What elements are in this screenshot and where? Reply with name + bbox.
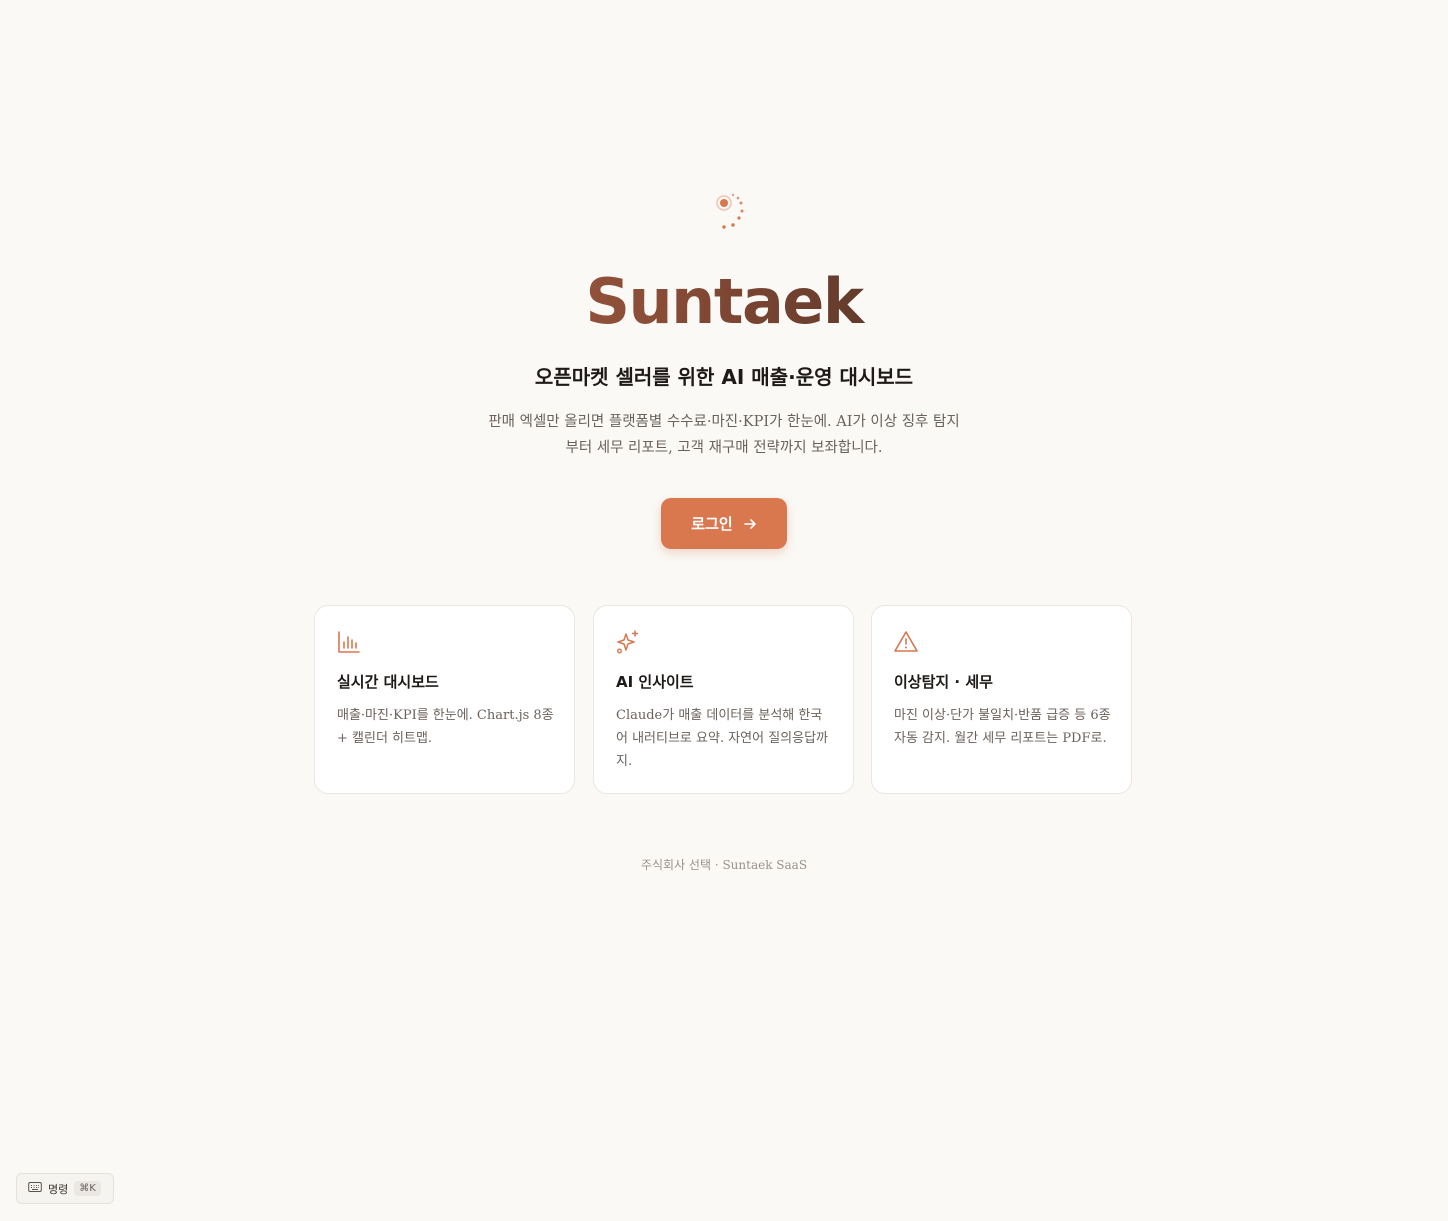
feature-description: 매출·마진·KPI를 한눈에. Chart.js 8종 + 캘린더 히트맵. (337, 708, 554, 746)
feature-description: Claude가 매출 데이터를 분석해 한국어 내러티브로 요약. 자연어 질의… (616, 708, 829, 769)
feature-card-ai-insight: AI 인사이트 Claude가 매출 데이터를 분석해 한국어 내러티브로 요약… (593, 605, 854, 794)
feature-description: 마진 이상·단가 불일치·반품 급증 등 6종 자동 감지. 월간 세무 리포트… (894, 708, 1111, 746)
arrow-right-icon (743, 517, 757, 531)
feature-cards: 실시간 대시보드 매출·마진·KPI를 한눈에. Chart.js 8종 + 캘… (314, 605, 1134, 796)
command-label: 명령 (48, 1182, 69, 1196)
warning-triangle-icon (893, 629, 919, 655)
shortcut-badge: ⌘K (74, 1181, 101, 1196)
brand-title: Suntaek (0, 262, 1448, 342)
bar-chart-icon (336, 629, 362, 655)
command-palette-button[interactable]: 명령 ⌘K (16, 1173, 114, 1204)
keyboard-icon (28, 1181, 42, 1196)
feature-card-anomaly-tax: 이상탐지 · 세무 마진 이상·단가 불일치·반품 급증 등 6종 자동 감지.… (871, 605, 1132, 794)
feature-title: 실시간 대시보드 (337, 673, 439, 691)
feature-title: AI 인사이트 (616, 673, 694, 691)
feature-card-dashboard: 실시간 대시보드 매출·마진·KPI를 한눈에. Chart.js 8종 + 캘… (314, 605, 575, 794)
login-button-label: 로그인 (691, 515, 733, 533)
feature-title: 이상탐지 · 세무 (894, 673, 993, 691)
sparkles-icon (615, 629, 641, 655)
orbit-spinner-icon (706, 188, 752, 234)
hero-subtitle: 오픈마켓 셀러를 위한 AI 매출·운영 대시보드 (534, 365, 914, 389)
hero-description: 판매 엑셀만 올리면 플랫폼별 수수료·마진·KPI가 한눈에. AI가 이상 … (488, 414, 960, 456)
login-button[interactable]: 로그인 (661, 498, 787, 549)
footer-text: 주식회사 선택 · Suntaek SaaS (640, 858, 808, 872)
